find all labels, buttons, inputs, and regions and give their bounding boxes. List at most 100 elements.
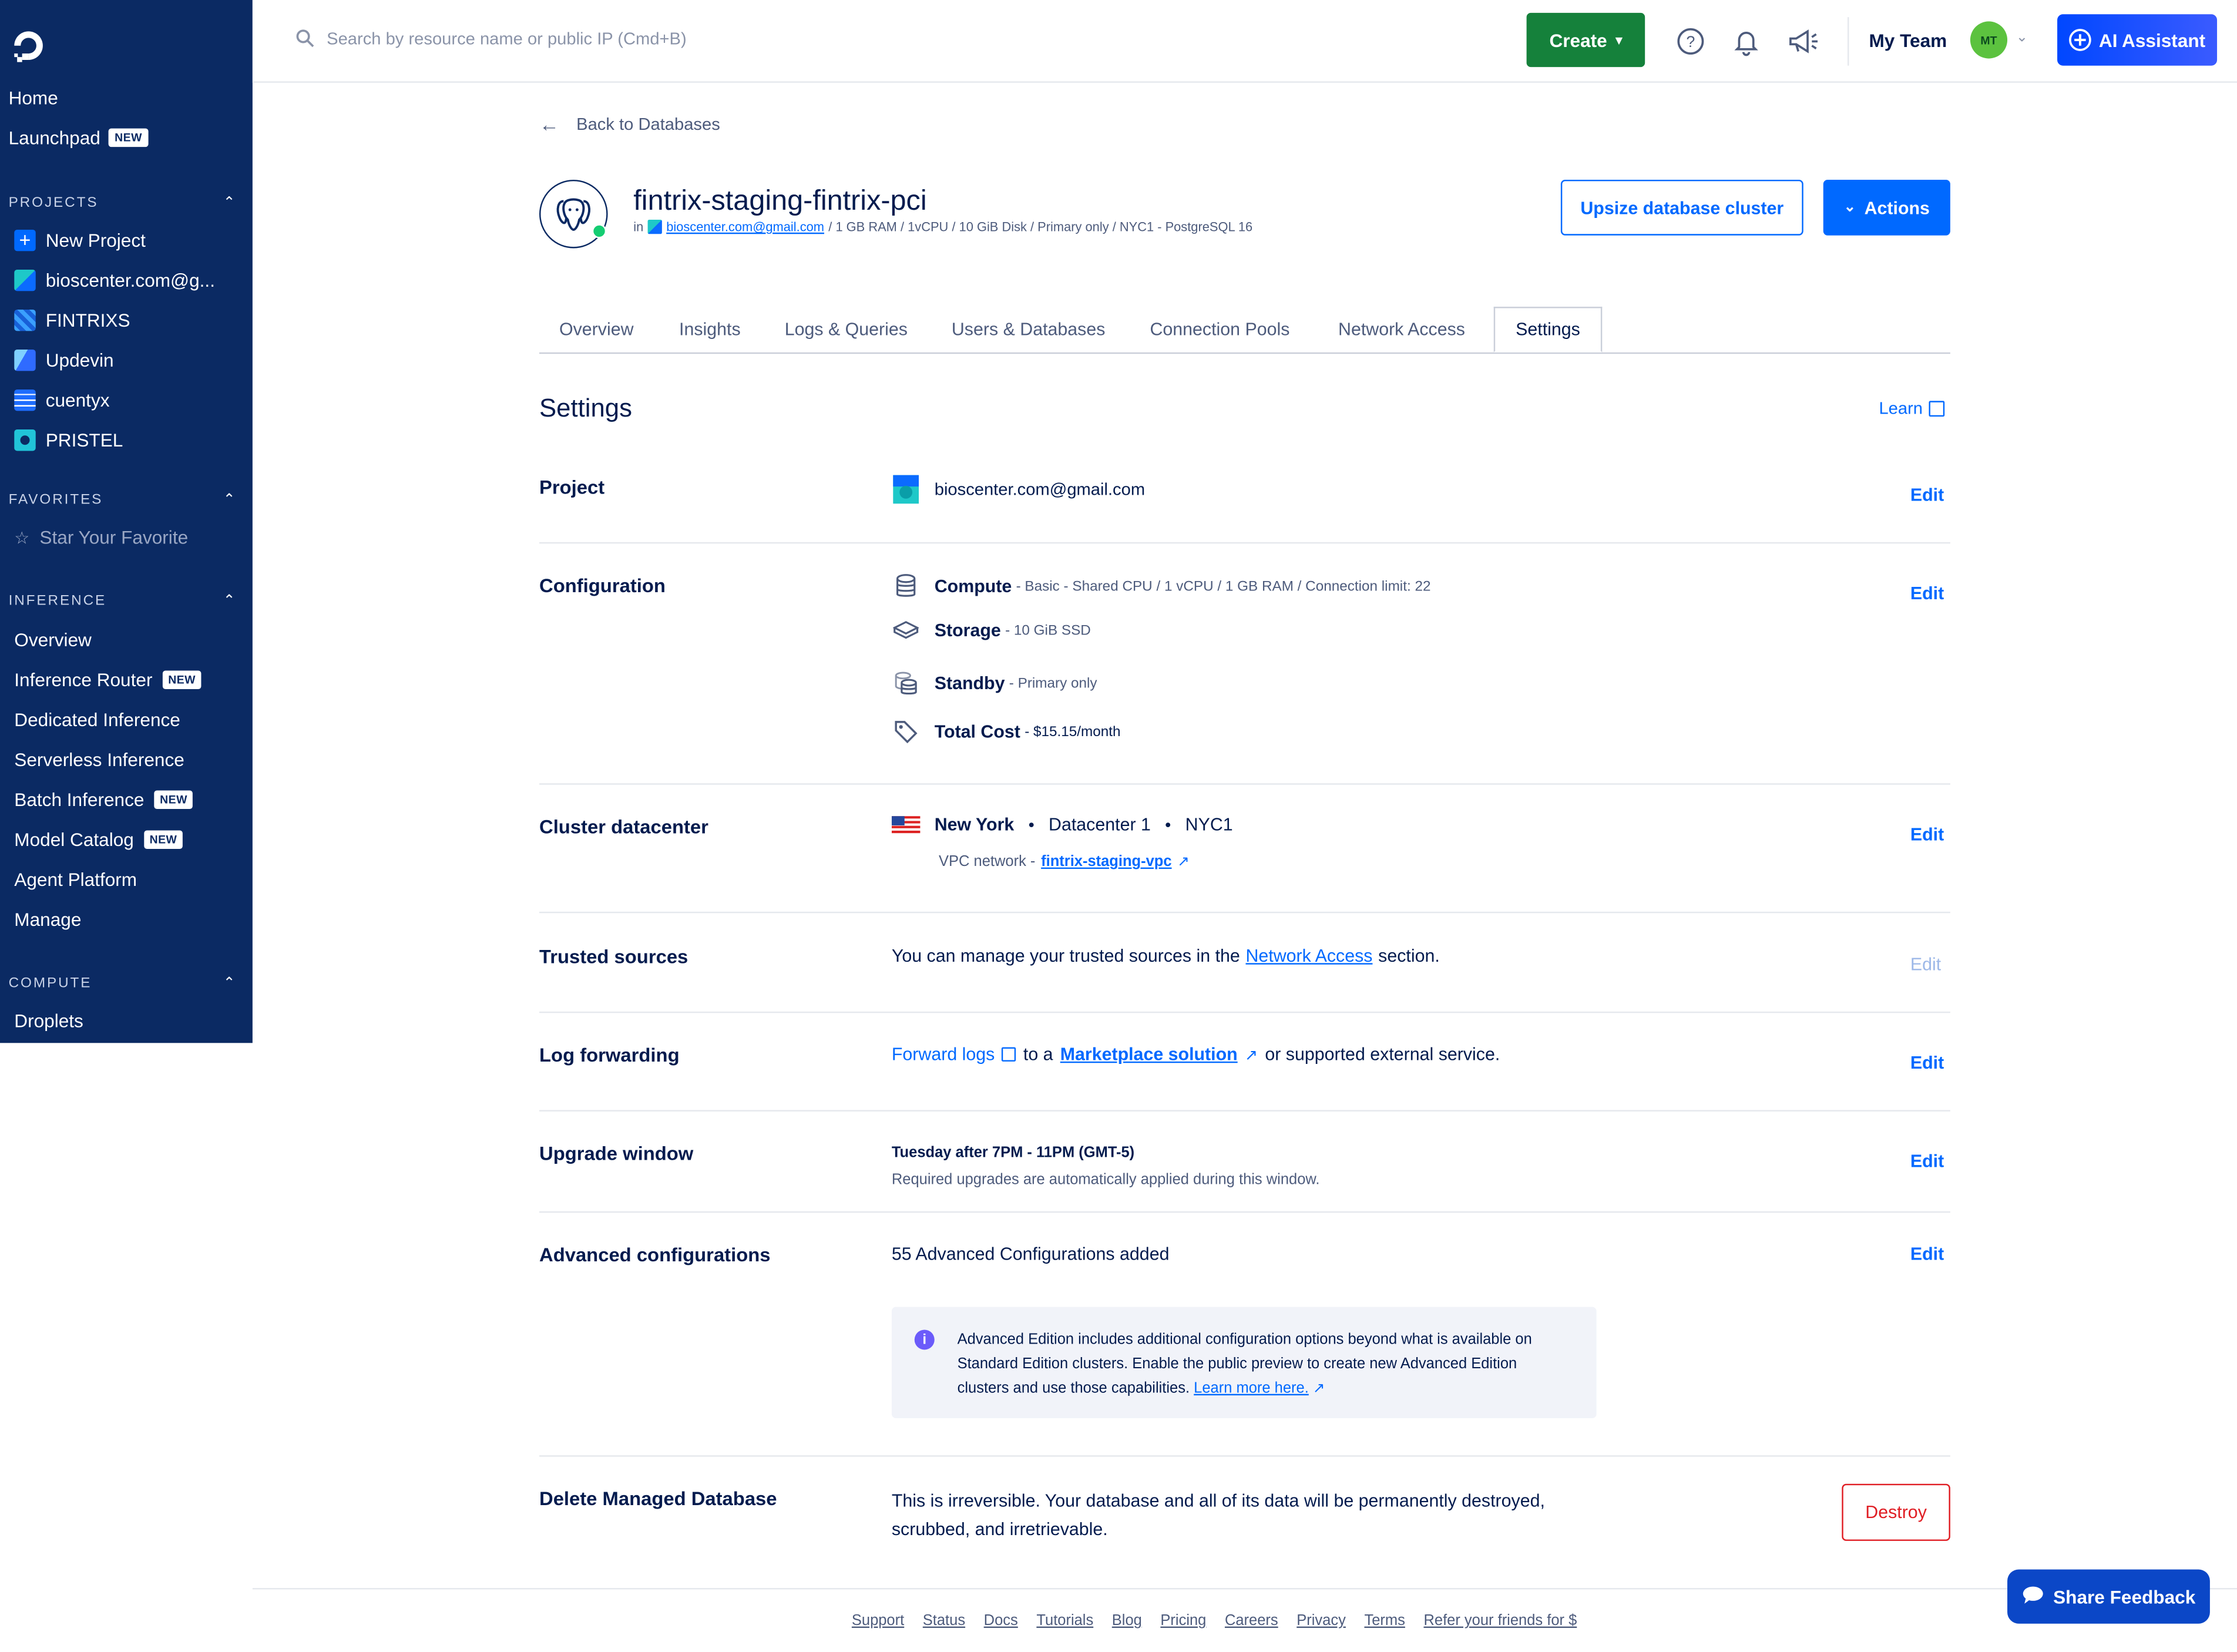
network-access-link[interactable]: Network Access bbox=[1246, 946, 1373, 966]
footer-link-support[interactable]: Support bbox=[852, 1612, 904, 1629]
team-switcher[interactable]: My Team bbox=[1869, 30, 1947, 51]
footer-link-terms[interactable]: Terms bbox=[1364, 1612, 1405, 1629]
edit-trusted-sources-button[interactable]: Edit bbox=[1910, 955, 1941, 975]
chevron-down-icon[interactable]: ⌄ bbox=[2016, 30, 2028, 46]
back-label: Back to Databases bbox=[576, 114, 720, 135]
chevron-up-icon: ⌃ bbox=[223, 492, 237, 508]
database-icon bbox=[892, 573, 921, 599]
chevron-up-icon: ⌃ bbox=[223, 195, 237, 211]
sidebar-item-batch-inference[interactable]: Batch Inference NEW bbox=[14, 789, 193, 810]
actions-button[interactable]: ⌄ Actions bbox=[1823, 180, 1950, 236]
learn-link[interactable]: Learn bbox=[1879, 398, 1944, 418]
create-button[interactable]: Create ▾ bbox=[1526, 12, 1645, 68]
learn-more-link[interactable]: Learn more here. bbox=[1194, 1379, 1309, 1396]
upgrade-window-label: Upgrade window bbox=[539, 1143, 694, 1164]
share-feedback-button[interactable]: Share Feedback bbox=[2007, 1569, 2210, 1624]
vpc-prefix: VPC network - bbox=[939, 853, 1036, 871]
top-bar: Search by resource name or public IP (Cm… bbox=[252, 0, 2237, 83]
trusted-sources-label: Trusted sources bbox=[539, 946, 688, 968]
avatar[interactable]: MT bbox=[1970, 21, 2008, 59]
total-cost-name: Total Cost bbox=[934, 721, 1020, 742]
sidebar-project-bioscenter[interactable]: bioscenter.com@g... bbox=[14, 270, 215, 291]
inference-heading[interactable]: INFERENCE ⌃ bbox=[9, 593, 237, 609]
footer-link-docs[interactable]: Docs bbox=[984, 1612, 1018, 1629]
destroy-button[interactable]: Destroy bbox=[1842, 1483, 1950, 1541]
tab-users-databases[interactable]: Users & Databases bbox=[952, 320, 1106, 340]
price-tag-icon bbox=[892, 719, 921, 745]
search-input[interactable]: Search by resource name or public IP (Cm… bbox=[295, 29, 687, 49]
projects-heading[interactable]: PROJECTS ⌃ bbox=[9, 196, 237, 211]
back-link[interactable]: ← Back to Databases bbox=[539, 113, 720, 136]
tab-network-access[interactable]: Network Access bbox=[1338, 320, 1465, 340]
edit-log-forwarding-button[interactable]: Edit bbox=[1910, 1053, 1944, 1073]
book-icon bbox=[1002, 1047, 1016, 1062]
chat-bubble-icon bbox=[2022, 1584, 2045, 1609]
standby-name: Standby bbox=[934, 673, 1005, 694]
meta-in-label: in bbox=[633, 220, 644, 234]
sidebar-project-fintrixs[interactable]: FINTRIXS bbox=[14, 310, 130, 331]
sidebar-project-updevin[interactable]: Updevin bbox=[14, 350, 114, 371]
sidebar-home[interactable]: Home bbox=[9, 87, 58, 108]
delete-database-label: Delete Managed Database bbox=[539, 1488, 777, 1510]
edit-upgrade-window-button[interactable]: Edit bbox=[1910, 1151, 1944, 1171]
ai-assistant-button[interactable]: AI Assistant bbox=[2057, 14, 2218, 66]
external-link-icon: ↗ bbox=[1244, 1046, 1258, 1064]
tab-insights[interactable]: Insights bbox=[679, 320, 741, 340]
sidebar-item-droplets[interactable]: Droplets bbox=[14, 1010, 83, 1031]
svg-text:?: ? bbox=[1686, 33, 1695, 51]
sidebar-project-cuentyx[interactable]: cuentyx bbox=[14, 390, 110, 411]
sidebar-item-serverless-inference[interactable]: Serverless Inference bbox=[14, 749, 184, 770]
sidebar-item-agent-platform[interactable]: Agent Platform bbox=[14, 869, 137, 890]
new-badge: NEW bbox=[154, 790, 193, 810]
tab-connection-pools[interactable]: Connection Pools bbox=[1150, 320, 1289, 340]
sidebar-launchpad[interactable]: Launchpad NEW bbox=[9, 127, 148, 149]
bullet: • bbox=[1028, 814, 1034, 835]
meta-project-link[interactable]: bioscenter.com@gmail.com bbox=[666, 220, 824, 234]
new-badge: NEW bbox=[109, 128, 148, 147]
help-icon[interactable]: ? bbox=[1675, 26, 1706, 57]
tab-logs-queries[interactable]: Logs & Queries bbox=[785, 320, 908, 340]
edit-project-button[interactable]: Edit bbox=[1910, 485, 1944, 505]
footer-link-blog[interactable]: Blog bbox=[1112, 1612, 1142, 1629]
edit-datacenter-button[interactable]: Edit bbox=[1910, 825, 1944, 845]
sidebar-item-manage[interactable]: Manage bbox=[14, 909, 81, 930]
sidebar-item-inference-router[interactable]: Inference Router NEW bbox=[14, 669, 201, 690]
vpc-network: VPC network - fintrix-staging-vpc ↗ bbox=[939, 853, 1190, 870]
inference-heading-label: INFERENCE bbox=[8, 593, 107, 610]
edit-configuration-button[interactable]: Edit bbox=[1910, 583, 1944, 603]
plus-icon: + bbox=[14, 230, 36, 251]
star-icon: ☆ bbox=[14, 527, 30, 548]
edit-advanced-config-button[interactable]: Edit bbox=[1910, 1244, 1944, 1264]
megaphone-icon[interactable] bbox=[1786, 26, 1818, 57]
sidebar-item-inference-overview[interactable]: Overview bbox=[14, 629, 92, 650]
chevron-up-icon: ⌃ bbox=[223, 593, 237, 610]
divider bbox=[539, 1011, 1950, 1013]
sparkle-plus-icon bbox=[2069, 29, 2092, 51]
advanced-config-value: 55 Advanced Configurations added bbox=[891, 1244, 1170, 1264]
bell-icon[interactable] bbox=[1731, 26, 1762, 57]
sidebar-item-model-catalog[interactable]: Model Catalog NEW bbox=[14, 829, 183, 850]
footer-link-status[interactable]: Status bbox=[923, 1612, 965, 1629]
marketplace-link[interactable]: Marketplace solution bbox=[1060, 1045, 1238, 1065]
footer-link-careers[interactable]: Careers bbox=[1225, 1612, 1278, 1629]
forward-logs-link[interactable]: Forward logs bbox=[892, 1045, 995, 1065]
footer-link-referral[interactable]: Refer your friends for $ bbox=[1423, 1612, 1577, 1629]
compute-heading[interactable]: COMPUTE ⌃ bbox=[9, 976, 237, 992]
sidebar-item-dedicated-inference[interactable]: Dedicated Inference bbox=[14, 709, 180, 730]
vpc-link[interactable]: fintrix-staging-vpc bbox=[1041, 853, 1171, 870]
sidebar-project-new[interactable]: + New Project bbox=[14, 230, 146, 251]
tab-settings[interactable]: Settings bbox=[1493, 307, 1603, 352]
upsize-cluster-button[interactable]: Upsize database cluster bbox=[1560, 180, 1803, 236]
sidebar-item-label: Dedicated Inference bbox=[14, 709, 180, 731]
footer-link-privacy[interactable]: Privacy bbox=[1296, 1612, 1346, 1629]
external-link-icon: ↗ bbox=[1177, 854, 1190, 870]
config-storage: Storage - 10 GiB SSD bbox=[892, 620, 1091, 640]
sidebar-project-pristel[interactable]: PRISTEL bbox=[14, 429, 123, 451]
digitalocean-logo-icon[interactable] bbox=[9, 26, 49, 66]
tab-overview[interactable]: Overview bbox=[559, 320, 634, 340]
project-value: bioscenter.com@gmail.com bbox=[934, 479, 1146, 500]
favorites-heading[interactable]: FAVORITES ⌃ bbox=[9, 492, 237, 508]
footer-link-pricing[interactable]: Pricing bbox=[1160, 1612, 1206, 1629]
footer-link-tutorials[interactable]: Tutorials bbox=[1036, 1612, 1093, 1629]
projects-heading-label: PROJECTS bbox=[8, 195, 99, 211]
